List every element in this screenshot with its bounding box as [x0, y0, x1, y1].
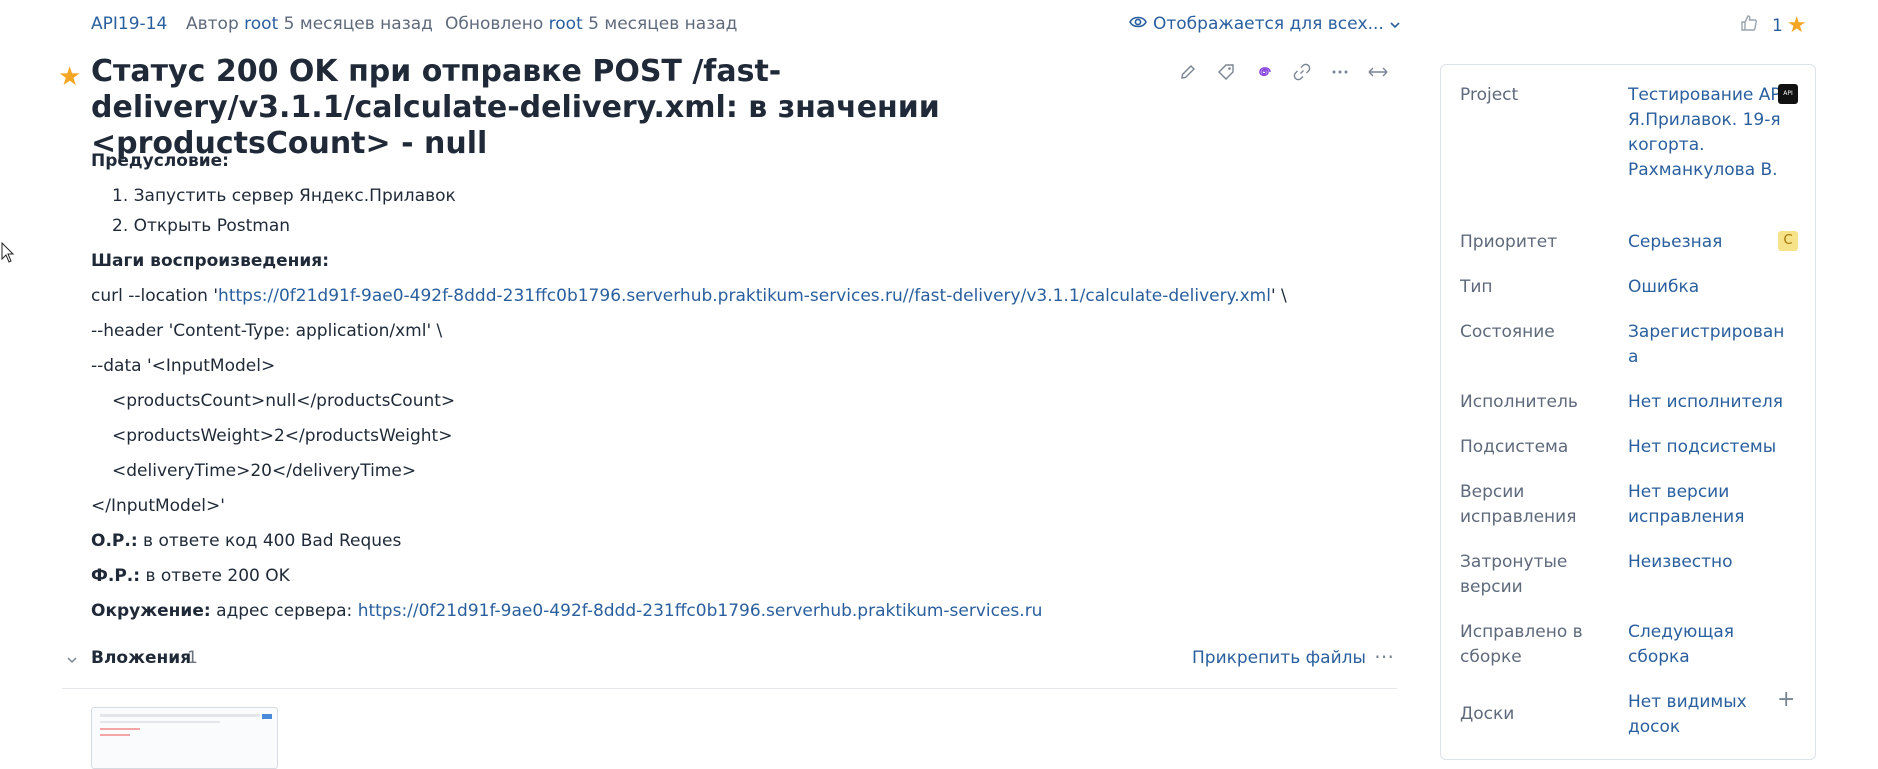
more-icon[interactable]: ⋯ [1374, 644, 1394, 668]
link-icon[interactable] [1292, 62, 1312, 82]
header-line: --header 'Content-Type: application/xml'… [91, 321, 443, 341]
field-value[interactable]: Ошибка [1628, 275, 1798, 300]
field-label: Затронутые версии [1460, 552, 1568, 597]
vote-count: 1 ★ [1772, 14, 1807, 37]
xml-close-line: </InputModel>' [91, 496, 225, 516]
author-link[interactable]: root [244, 14, 278, 34]
curl-line: curl --location 'https://0f21d91f-9ae0-4… [91, 286, 1287, 306]
field-value[interactable]: Неизвестно [1628, 550, 1798, 575]
issue-header-bar: API19-14 Автор root 5 месяцев назад Обно… [91, 14, 1811, 38]
field-value[interactable]: Зарегистрирован а [1628, 320, 1798, 370]
server-url-link[interactable]: https://0f21d91f-9ae0-492f-8ddd-231ffc0b… [358, 601, 1043, 621]
field-label: Project [1460, 85, 1519, 105]
tag-icon[interactable] [1216, 62, 1236, 82]
precondition-label: Предусловие: [91, 151, 229, 171]
author-prefix: Автор [186, 14, 239, 34]
environment: Окружение: адрес сервера: https://0f21d9… [91, 601, 1043, 621]
field-value[interactable]: Следующая сборка [1628, 620, 1798, 670]
vote-count-value: 1 [1772, 15, 1783, 36]
project-avatar: API [1778, 84, 1798, 104]
eye-icon [1129, 14, 1147, 34]
curl-url-link[interactable]: https://0f21d91f-9ae0-492f-8ddd-231ffc0b… [218, 286, 1271, 306]
issue-actions-toolbar [1178, 62, 1388, 82]
issue-description: Предусловие: 1. Запустить сервер Яндекс.… [91, 150, 1341, 635]
field-label: Приоритет [1460, 232, 1558, 252]
more-icon[interactable] [1330, 62, 1350, 82]
visibility-dropdown[interactable]: Отображается для всех... [1129, 14, 1400, 34]
swirl-icon[interactable] [1254, 62, 1274, 82]
field-label: Исполнитель [1460, 392, 1578, 412]
field-label: Подсистема [1460, 437, 1569, 457]
thumb-up-icon[interactable] [1740, 14, 1758, 37]
updated-time: 5 месяцев назад [588, 14, 738, 34]
field-value[interactable]: Нет видимых досок [1628, 690, 1798, 740]
field-value[interactable]: Серьезная [1628, 230, 1798, 255]
star-icon[interactable]: ★ [1787, 14, 1807, 37]
field-value[interactable]: Нет подсистемы [1628, 435, 1798, 460]
expected-result: О.Р.: в ответе код 400 Bad Reques [91, 531, 402, 551]
created-time: 5 месяцев назад [283, 14, 433, 34]
visibility-label: Отображается для всех... [1153, 14, 1384, 34]
attachments-section: Вложения 1 Прикрепить файлы ⋯ [62, 644, 1397, 689]
cursor-icon [1, 241, 15, 264]
issue-id-link[interactable]: API19-14 [91, 14, 167, 34]
pencil-icon[interactable] [1178, 62, 1198, 82]
updated-info: Обновлено root 5 месяцев назад [445, 14, 737, 34]
priority-badge: С [1778, 231, 1798, 251]
issue-fields-panel: Project Тестирование API Я.Прилавок. 19-… [1440, 64, 1816, 760]
steps-label: Шаги воспроизведения: [91, 251, 329, 271]
field-value[interactable]: Тестирование API Я.Прилавок. 19-я когорт… [1628, 83, 1798, 183]
updater-link[interactable]: root [549, 14, 583, 34]
field-value[interactable]: Нет версии исправления [1628, 480, 1798, 530]
field-label: Исправлено в сборке [1460, 622, 1583, 667]
expand-icon[interactable] [1368, 62, 1388, 82]
field-label: Состояние [1460, 322, 1555, 342]
field-label: Доски [1460, 704, 1515, 724]
plus-icon[interactable]: + [1777, 689, 1795, 711]
author-info: Автор root 5 месяцев назад [186, 14, 433, 34]
xml-line: <deliveryTime>20</deliveryTime> [112, 461, 417, 481]
xml-line: <productsCount>null</productsCount> [112, 391, 456, 411]
chevron-down-icon[interactable] [66, 650, 78, 670]
attachments-count: 1 [187, 648, 198, 668]
updated-prefix: Обновлено [445, 14, 544, 34]
issue-title: Статус 200 OK при отправке POST /fast-de… [91, 54, 940, 161]
attach-files-button[interactable]: Прикрепить файлы [1192, 648, 1366, 668]
field-value[interactable]: Нет исполнителя [1628, 390, 1798, 415]
actual-result: Ф.Р.: в ответе 200 OK [91, 566, 290, 586]
field-label: Версии исправления [1460, 482, 1577, 527]
precondition-step-1: 1. Запустить сервер Яндекс.Прилавок [112, 186, 456, 206]
attachments-title[interactable]: Вложения [91, 648, 191, 668]
precondition-step-2: 2. Открыть Postman [112, 216, 291, 236]
chevron-down-icon [1390, 14, 1400, 34]
favorite-star-icon[interactable]: ★ [58, 64, 81, 90]
xml-line: <productsWeight>2</productsWeight> [112, 426, 453, 446]
field-label: Тип [1460, 277, 1493, 297]
vote-area: 1 ★ [1740, 14, 1807, 37]
data-line: --data '<InputModel> [91, 356, 276, 376]
issue-page: API19-14 Автор root 5 месяцев назад Обно… [0, 0, 1878, 769]
